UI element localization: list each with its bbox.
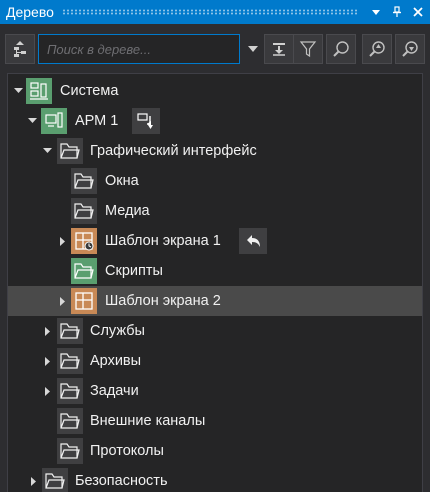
tree-item-windows[interactable]: Окна [8, 166, 422, 196]
filter-button[interactable] [293, 34, 323, 64]
expander-expanded[interactable] [13, 86, 23, 96]
apply-config-button[interactable] [132, 108, 160, 134]
tree-item-label: АРМ 1 [75, 113, 119, 129]
tree-item-gui[interactable]: Графический интерфейс [8, 136, 422, 166]
search-input[interactable] [39, 35, 239, 63]
close-button[interactable] [409, 3, 427, 21]
tree-item-external-channels[interactable]: Внешние каналы [8, 406, 422, 436]
tree-item-system[interactable]: Система [8, 76, 422, 106]
tree-item-label: Задачи [90, 383, 139, 399]
tree-item-label: Скрипты [105, 263, 163, 279]
expander-collapsed[interactable] [58, 296, 68, 306]
collapse-all-icon [273, 43, 285, 56]
tree-hierarchy-icon [14, 41, 26, 57]
chevron-down-icon [248, 46, 258, 52]
tree-item-label: Графический интерфейс [90, 143, 257, 159]
find-previous-button[interactable] [362, 34, 392, 64]
triangle-right-icon [45, 326, 50, 336]
triangle-down-icon [42, 148, 52, 153]
find-button[interactable] [326, 34, 356, 64]
expander-collapsed[interactable] [43, 326, 53, 336]
filter-icon [299, 41, 317, 58]
screen-template-icon [71, 228, 97, 254]
folder-icon [57, 408, 83, 434]
folder-icon [57, 318, 83, 344]
triangle-right-icon [60, 296, 65, 306]
undo-button[interactable] [239, 228, 267, 254]
deploy-down-icon [137, 113, 153, 129]
folder-icon [42, 468, 68, 492]
folder-icon [57, 378, 83, 404]
workstation-icon [41, 108, 67, 134]
pin-button[interactable] [388, 3, 406, 21]
search-dropdown-button[interactable] [243, 34, 263, 64]
folder-icon [57, 348, 83, 374]
tree-item-archives[interactable]: Архивы [8, 346, 422, 376]
tree-item-media[interactable]: Медиа [8, 196, 422, 226]
triangle-right-icon [60, 236, 65, 246]
triangle-right-icon [45, 356, 50, 366]
expander-collapsed[interactable] [43, 356, 53, 366]
search-up-icon [369, 41, 385, 57]
folder-icon [71, 168, 97, 194]
triangle-right-icon [45, 386, 50, 396]
search-box[interactable] [38, 34, 240, 64]
undo-icon [247, 235, 260, 247]
tree-item-label: Система [60, 83, 119, 99]
expander-expanded[interactable] [27, 116, 37, 126]
tree-hierarchy-button[interactable] [5, 34, 35, 64]
tree-item-tasks[interactable]: Задачи [8, 376, 422, 406]
tree-item-label: Шаблон экрана 1 [105, 233, 221, 249]
search-icon [333, 41, 349, 57]
close-icon [413, 7, 423, 17]
panel-title: Дерево [6, 4, 54, 20]
tree-item-services[interactable]: Службы [8, 316, 422, 346]
tree-item-label: Окна [105, 173, 139, 189]
triangle-down-icon [13, 88, 23, 93]
window-menu-button[interactable] [367, 3, 385, 21]
folder-icon [57, 138, 83, 164]
tree-item-label: Шаблон экрана 2 [105, 293, 221, 309]
search-down-icon [402, 41, 418, 57]
screen-template-icon [71, 288, 97, 314]
tree-item-arm1[interactable]: АРМ 1 [8, 106, 422, 136]
toolbar [0, 24, 430, 70]
expander-collapsed[interactable] [58, 236, 68, 246]
tree-item-label: Безопасность [75, 473, 168, 489]
expander-expanded[interactable] [42, 146, 52, 156]
triangle-right-icon [31, 476, 36, 486]
folder-icon [57, 438, 83, 464]
tree-item-label: Службы [90, 323, 145, 339]
folder-icon [71, 198, 97, 224]
tree-item-protocols[interactable]: Протоколы [8, 436, 422, 466]
triangle-down-icon [372, 10, 380, 15]
drag-grip[interactable] [61, 9, 359, 15]
tree-item-label: Протоколы [90, 443, 164, 459]
pin-icon [393, 6, 401, 17]
tree-item-label: Внешние каналы [90, 413, 206, 429]
tree-item-scripts[interactable]: Скрипты [8, 256, 422, 286]
title-bar: Дерево [0, 0, 430, 24]
tree-item-label: Архивы [90, 353, 142, 369]
tree-item-security[interactable]: Безопасность [8, 466, 422, 492]
triangle-down-icon [27, 118, 37, 123]
expander-collapsed[interactable] [29, 476, 39, 486]
expander-collapsed[interactable] [43, 386, 53, 396]
tree-item-screen-template-1[interactable]: Шаблон экрана 1 [8, 226, 422, 256]
find-next-button[interactable] [395, 34, 425, 64]
tree-view[interactable]: Система АРМ 1 Графический интерфейс Окна… [7, 73, 423, 492]
tree-item-screen-template-2[interactable]: Шаблон экрана 2 [8, 286, 422, 316]
collapse-all-button[interactable] [264, 34, 294, 64]
tree-item-label: Медиа [105, 203, 150, 219]
computer-system-icon [26, 78, 52, 104]
folder-icon [71, 258, 97, 284]
